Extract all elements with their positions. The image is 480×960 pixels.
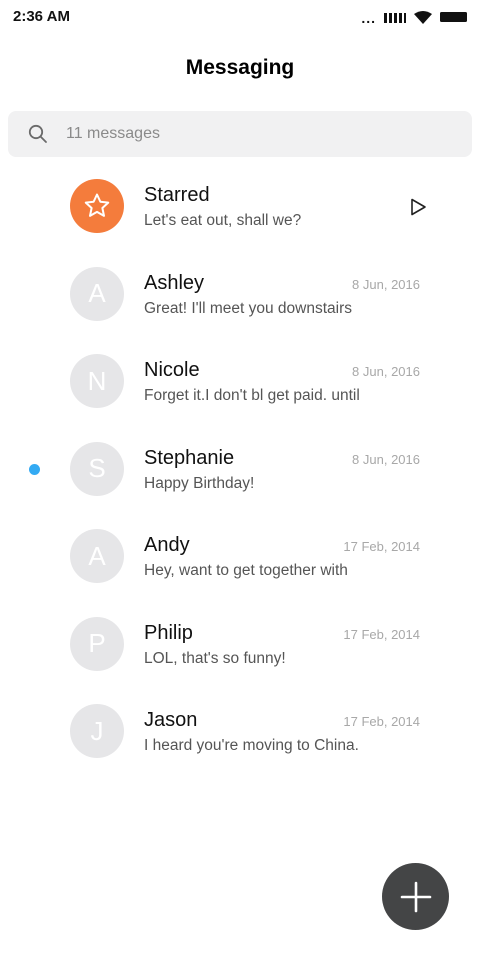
wifi-icon (414, 10, 432, 24)
conversation-item[interactable]: P Philip 17 Feb, 2014 LOL, that's so fun… (0, 600, 480, 688)
search-icon (28, 124, 47, 143)
conversation-item[interactable]: S Stephanie 8 Jun, 2016 Happy Birthday! (0, 425, 480, 513)
message-preview: LOL, that's so funny! (144, 649, 286, 667)
avatar: A (70, 529, 124, 583)
message-date: 8 Jun, 2016 (352, 276, 420, 292)
message-date: 17 Feb, 2014 (343, 714, 420, 729)
contact-name: Jason (144, 709, 198, 731)
message-date: 8 Jun, 2016 (352, 364, 420, 379)
avatar: P (70, 616, 124, 671)
search-input[interactable] (66, 111, 446, 157)
message-preview: Let's eat out, shall we? (144, 212, 302, 229)
page-title: Messaging (185, 56, 295, 79)
contact-name: Starred (144, 184, 210, 206)
play-icon[interactable] (408, 197, 428, 217)
message-preview: Great! I'll meet you downstairs (144, 299, 352, 317)
avatar: N (70, 354, 124, 408)
avatar: J (70, 704, 124, 758)
unread-indicator (29, 463, 40, 475)
message-preview: I heard you're moving to China. (144, 737, 359, 754)
conversation-list: Starred Let's eat out, shall we? A Ashle… (0, 162, 480, 775)
conversation-item[interactable]: J Jason 17 Feb, 2014 I heard you're movi… (0, 687, 480, 775)
message-preview: Hey, want to get together with (144, 562, 348, 579)
status-time: 2:36 AM (13, 8, 70, 25)
contact-name: Philip (144, 621, 193, 644)
avatar: A (70, 266, 124, 321)
plus-icon (400, 881, 431, 912)
contact-name: Stephanie (144, 446, 235, 469)
message-preview: Forget it.I don't bl get paid. until (144, 387, 360, 404)
status-bar: 2:36 AM ... (0, 0, 480, 34)
new-message-button[interactable] (382, 863, 449, 930)
status-dots: ... (361, 10, 376, 26)
signal-icon (384, 13, 406, 23)
contact-name: Andy (144, 534, 190, 556)
conversation-item[interactable]: A Ashley 8 Jun, 2016 Great! I'll meet yo… (0, 250, 480, 338)
status-icons: ... (361, 9, 468, 25)
conversation-item[interactable]: N Nicole 8 Jun, 2016 Forget it.I don't b… (0, 337, 480, 425)
message-date: 8 Jun, 2016 (352, 451, 420, 467)
conversation-item[interactable]: A Andy 17 Feb, 2014 Hey, want to get tog… (0, 512, 480, 600)
conversation-item-starred[interactable]: Starred Let's eat out, shall we? (0, 162, 480, 250)
messaging-screen: 2:36 AM ... Messaging 11 messages Starre… (0, 0, 480, 960)
contact-name: Ashley (144, 271, 205, 294)
message-preview: Happy Birthday! (144, 474, 255, 492)
message-date: 17 Feb, 2014 (343, 539, 420, 554)
contact-name: Nicole (144, 359, 200, 381)
message-date: 17 Feb, 2014 (343, 626, 420, 642)
star-icon (84, 193, 110, 217)
search-bar[interactable] (8, 111, 472, 157)
starred-avatar (70, 179, 124, 233)
avatar: S (70, 441, 124, 496)
battery-icon (440, 12, 467, 22)
